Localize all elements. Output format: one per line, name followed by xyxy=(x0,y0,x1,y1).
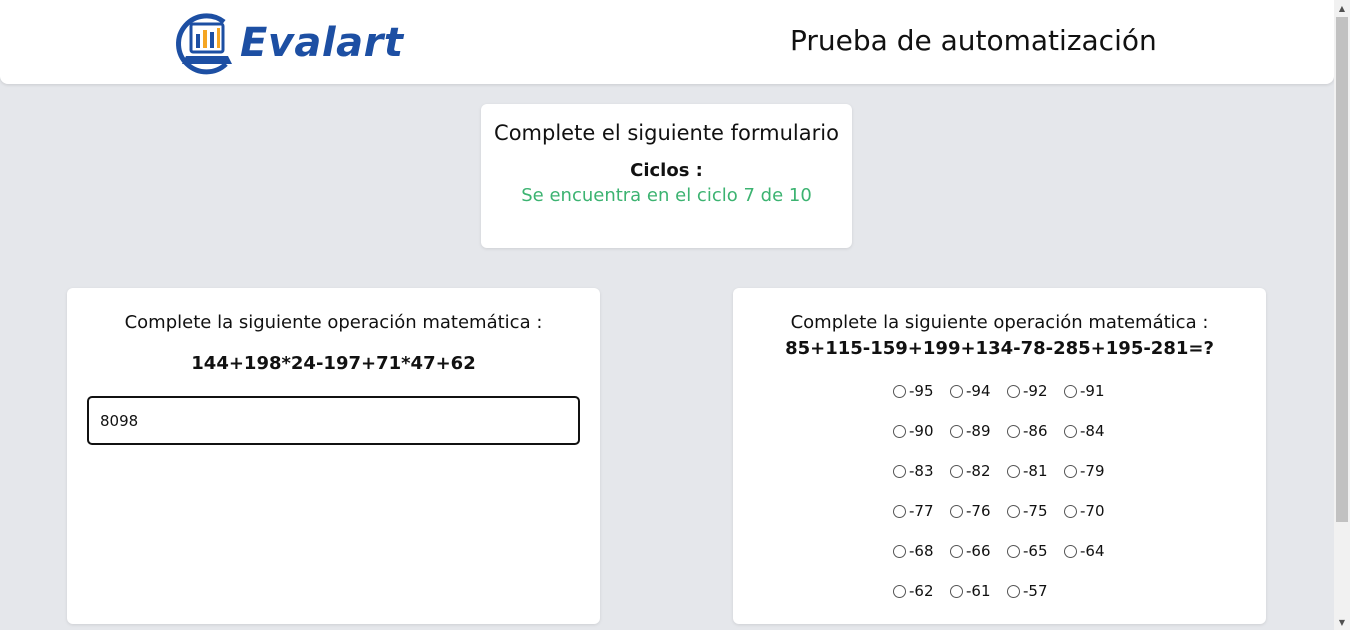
cycle-card: Complete el siguiente formulario Ciclos … xyxy=(481,104,852,248)
answer-option[interactable]: -92 xyxy=(1007,381,1064,401)
radio-button[interactable] xyxy=(1064,544,1077,558)
cycle-status: Se encuentra en el ciclo 7 de 10 xyxy=(521,185,812,206)
scroll-up-arrow-icon[interactable]: ▲ xyxy=(1334,0,1350,16)
option-label: -91 xyxy=(1080,382,1105,400)
answer-option[interactable]: -82 xyxy=(950,461,1007,481)
option-label: -66 xyxy=(966,542,991,560)
answer-option[interactable]: -81 xyxy=(1007,461,1064,481)
scroll-down-arrow-icon[interactable]: ▼ xyxy=(1334,614,1350,630)
option-label: -81 xyxy=(1023,462,1048,480)
radio-button[interactable] xyxy=(893,504,906,518)
answer-option[interactable]: -83 xyxy=(893,461,950,481)
question-prompt: Complete la siguiente operación matemáti… xyxy=(124,312,543,333)
option-label: -89 xyxy=(966,422,991,440)
evalart-logo: Evalart xyxy=(174,8,419,78)
answer-option[interactable]: -68 xyxy=(893,541,950,561)
radio-button[interactable] xyxy=(893,464,906,478)
radio-button[interactable] xyxy=(950,424,963,438)
option-label: -61 xyxy=(966,582,991,600)
option-label: -83 xyxy=(909,462,934,480)
answer-option[interactable]: -79 xyxy=(1064,461,1121,481)
math-input-card: Complete la siguiente operación matemáti… xyxy=(67,288,600,624)
radio-button[interactable] xyxy=(1064,384,1077,398)
radio-button[interactable] xyxy=(1064,504,1077,518)
option-label: -94 xyxy=(966,382,991,400)
answer-option[interactable]: -75 xyxy=(1007,501,1064,521)
question-prompt: Complete la siguiente operación matemáti… xyxy=(790,312,1209,333)
answer-option[interactable]: -84 xyxy=(1064,421,1121,441)
answer-option[interactable]: -86 xyxy=(1007,421,1064,441)
option-label: -75 xyxy=(1023,502,1048,520)
option-label: -86 xyxy=(1023,422,1048,440)
answer-option[interactable]: -66 xyxy=(950,541,1007,561)
option-label: -79 xyxy=(1080,462,1105,480)
radio-button[interactable] xyxy=(893,584,906,598)
answer-option[interactable]: -70 xyxy=(1064,501,1121,521)
option-label: -62 xyxy=(909,582,934,600)
option-label: -95 xyxy=(909,382,934,400)
option-label: -77 xyxy=(909,502,934,520)
radio-button[interactable] xyxy=(893,384,906,398)
answer-option[interactable]: -61 xyxy=(950,581,1007,601)
header: Evalart Prueba de automatización xyxy=(0,0,1334,84)
form-title: Complete el siguiente formulario xyxy=(494,121,839,145)
logo-icon xyxy=(176,13,232,75)
answer-option[interactable]: -57 xyxy=(1007,581,1064,601)
answer-option[interactable]: -95 xyxy=(893,381,950,401)
answer-option[interactable]: -65 xyxy=(1007,541,1064,561)
answer-option[interactable]: -90 xyxy=(893,421,950,441)
radio-button[interactable] xyxy=(1064,464,1077,478)
radio-button[interactable] xyxy=(1007,584,1020,598)
radio-button[interactable] xyxy=(1007,424,1020,438)
radio-button[interactable] xyxy=(950,584,963,598)
radio-button[interactable] xyxy=(950,504,963,518)
answer-input[interactable] xyxy=(87,396,580,445)
option-label: -57 xyxy=(1023,582,1048,600)
answer-option[interactable]: -64 xyxy=(1064,541,1121,561)
math-expression: 144+198*24-197+71*47+62 xyxy=(191,353,476,374)
radio-button[interactable] xyxy=(893,544,906,558)
option-label: -65 xyxy=(1023,542,1048,560)
option-label: -68 xyxy=(909,542,934,560)
option-label: -90 xyxy=(909,422,934,440)
radio-button[interactable] xyxy=(1007,544,1020,558)
logo-wordmark: Evalart xyxy=(240,20,404,66)
option-label: -82 xyxy=(966,462,991,480)
answer-option[interactable]: -94 xyxy=(950,381,1007,401)
answer-option[interactable]: -89 xyxy=(950,421,1007,441)
radio-button[interactable] xyxy=(893,424,906,438)
radio-button[interactable] xyxy=(1064,424,1077,438)
answer-options: -95 -94 -92 -91 -90 -89 -86 -84 -83 -82 -81 -79 -77 -… xyxy=(893,381,1121,601)
answer-option[interactable]: -76 xyxy=(950,501,1007,521)
math-expression: 85+115-159+199+134-78-285+195-281=? xyxy=(785,338,1214,359)
option-label: -70 xyxy=(1080,502,1105,520)
option-label: -84 xyxy=(1080,422,1105,440)
answer-option[interactable]: -62 xyxy=(893,581,950,601)
radio-button[interactable] xyxy=(950,464,963,478)
answer-option[interactable]: -91 xyxy=(1064,381,1121,401)
option-label: -64 xyxy=(1080,542,1105,560)
math-choice-card: Complete la siguiente operación matemáti… xyxy=(733,288,1266,624)
vertical-scrollbar[interactable]: ▲ ▼ xyxy=(1334,0,1350,630)
scrollbar-thumb[interactable] xyxy=(1336,17,1348,522)
radio-button[interactable] xyxy=(950,544,963,558)
radio-button[interactable] xyxy=(1007,504,1020,518)
option-label: -92 xyxy=(1023,382,1048,400)
radio-button[interactable] xyxy=(1007,384,1020,398)
radio-button[interactable] xyxy=(1007,464,1020,478)
option-label: -76 xyxy=(966,502,991,520)
answer-option[interactable]: -77 xyxy=(893,501,950,521)
page-title: Prueba de automatización xyxy=(790,24,1157,57)
radio-button[interactable] xyxy=(950,384,963,398)
cycle-label: Ciclos : xyxy=(630,160,703,181)
